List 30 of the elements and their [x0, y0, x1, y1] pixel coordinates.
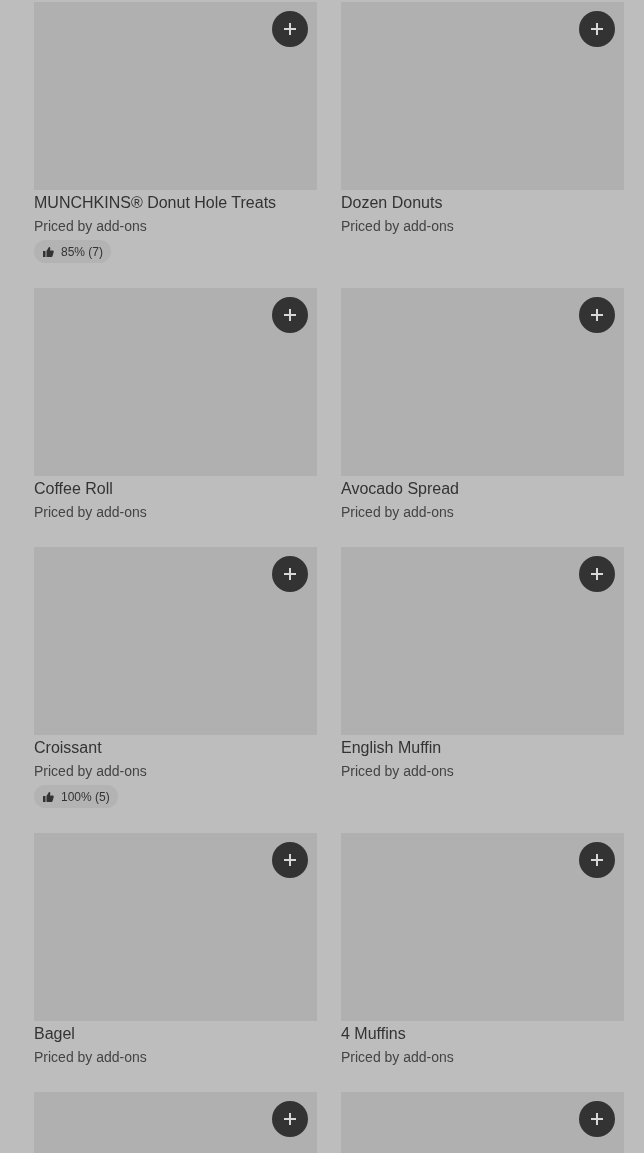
item-title: MUNCHKINS® Donut Hole Treats	[34, 193, 278, 213]
item-title: 4 Muffins	[341, 1024, 407, 1044]
plus-icon	[590, 308, 604, 322]
thumbs-up-icon	[42, 245, 54, 258]
plus-icon	[283, 22, 297, 36]
thumbs-up-icon	[42, 790, 54, 803]
plus-icon	[283, 567, 297, 581]
item-price: Priced by add-ons	[34, 503, 148, 522]
plus-icon	[590, 853, 604, 867]
item-price: Priced by add-ons	[341, 503, 455, 522]
plus-icon	[590, 22, 604, 36]
plus-icon	[590, 1112, 604, 1126]
item-price: Priced by add-ons	[341, 1048, 455, 1067]
plus-icon	[283, 1112, 297, 1126]
plus-icon	[283, 308, 297, 322]
rating-text: 85% (7)	[61, 243, 104, 261]
item-price: Priced by add-ons	[34, 217, 148, 236]
item-title: Coffee Roll	[34, 479, 114, 499]
item-title: Bagel	[34, 1024, 76, 1044]
item-title: Avocado Spread	[341, 479, 460, 499]
item-price: Priced by add-ons	[34, 762, 148, 781]
item-title: Croissant	[34, 738, 103, 758]
item-title: English Muffin	[341, 738, 443, 758]
item-title: Dozen Donuts	[341, 193, 444, 213]
rating-text: 100% (5)	[61, 788, 110, 806]
item-price: Priced by add-ons	[341, 762, 455, 781]
plus-icon	[590, 567, 604, 581]
item-price: Priced by add-ons	[34, 1048, 148, 1067]
plus-icon	[283, 853, 297, 867]
item-price: Priced by add-ons	[341, 217, 455, 236]
